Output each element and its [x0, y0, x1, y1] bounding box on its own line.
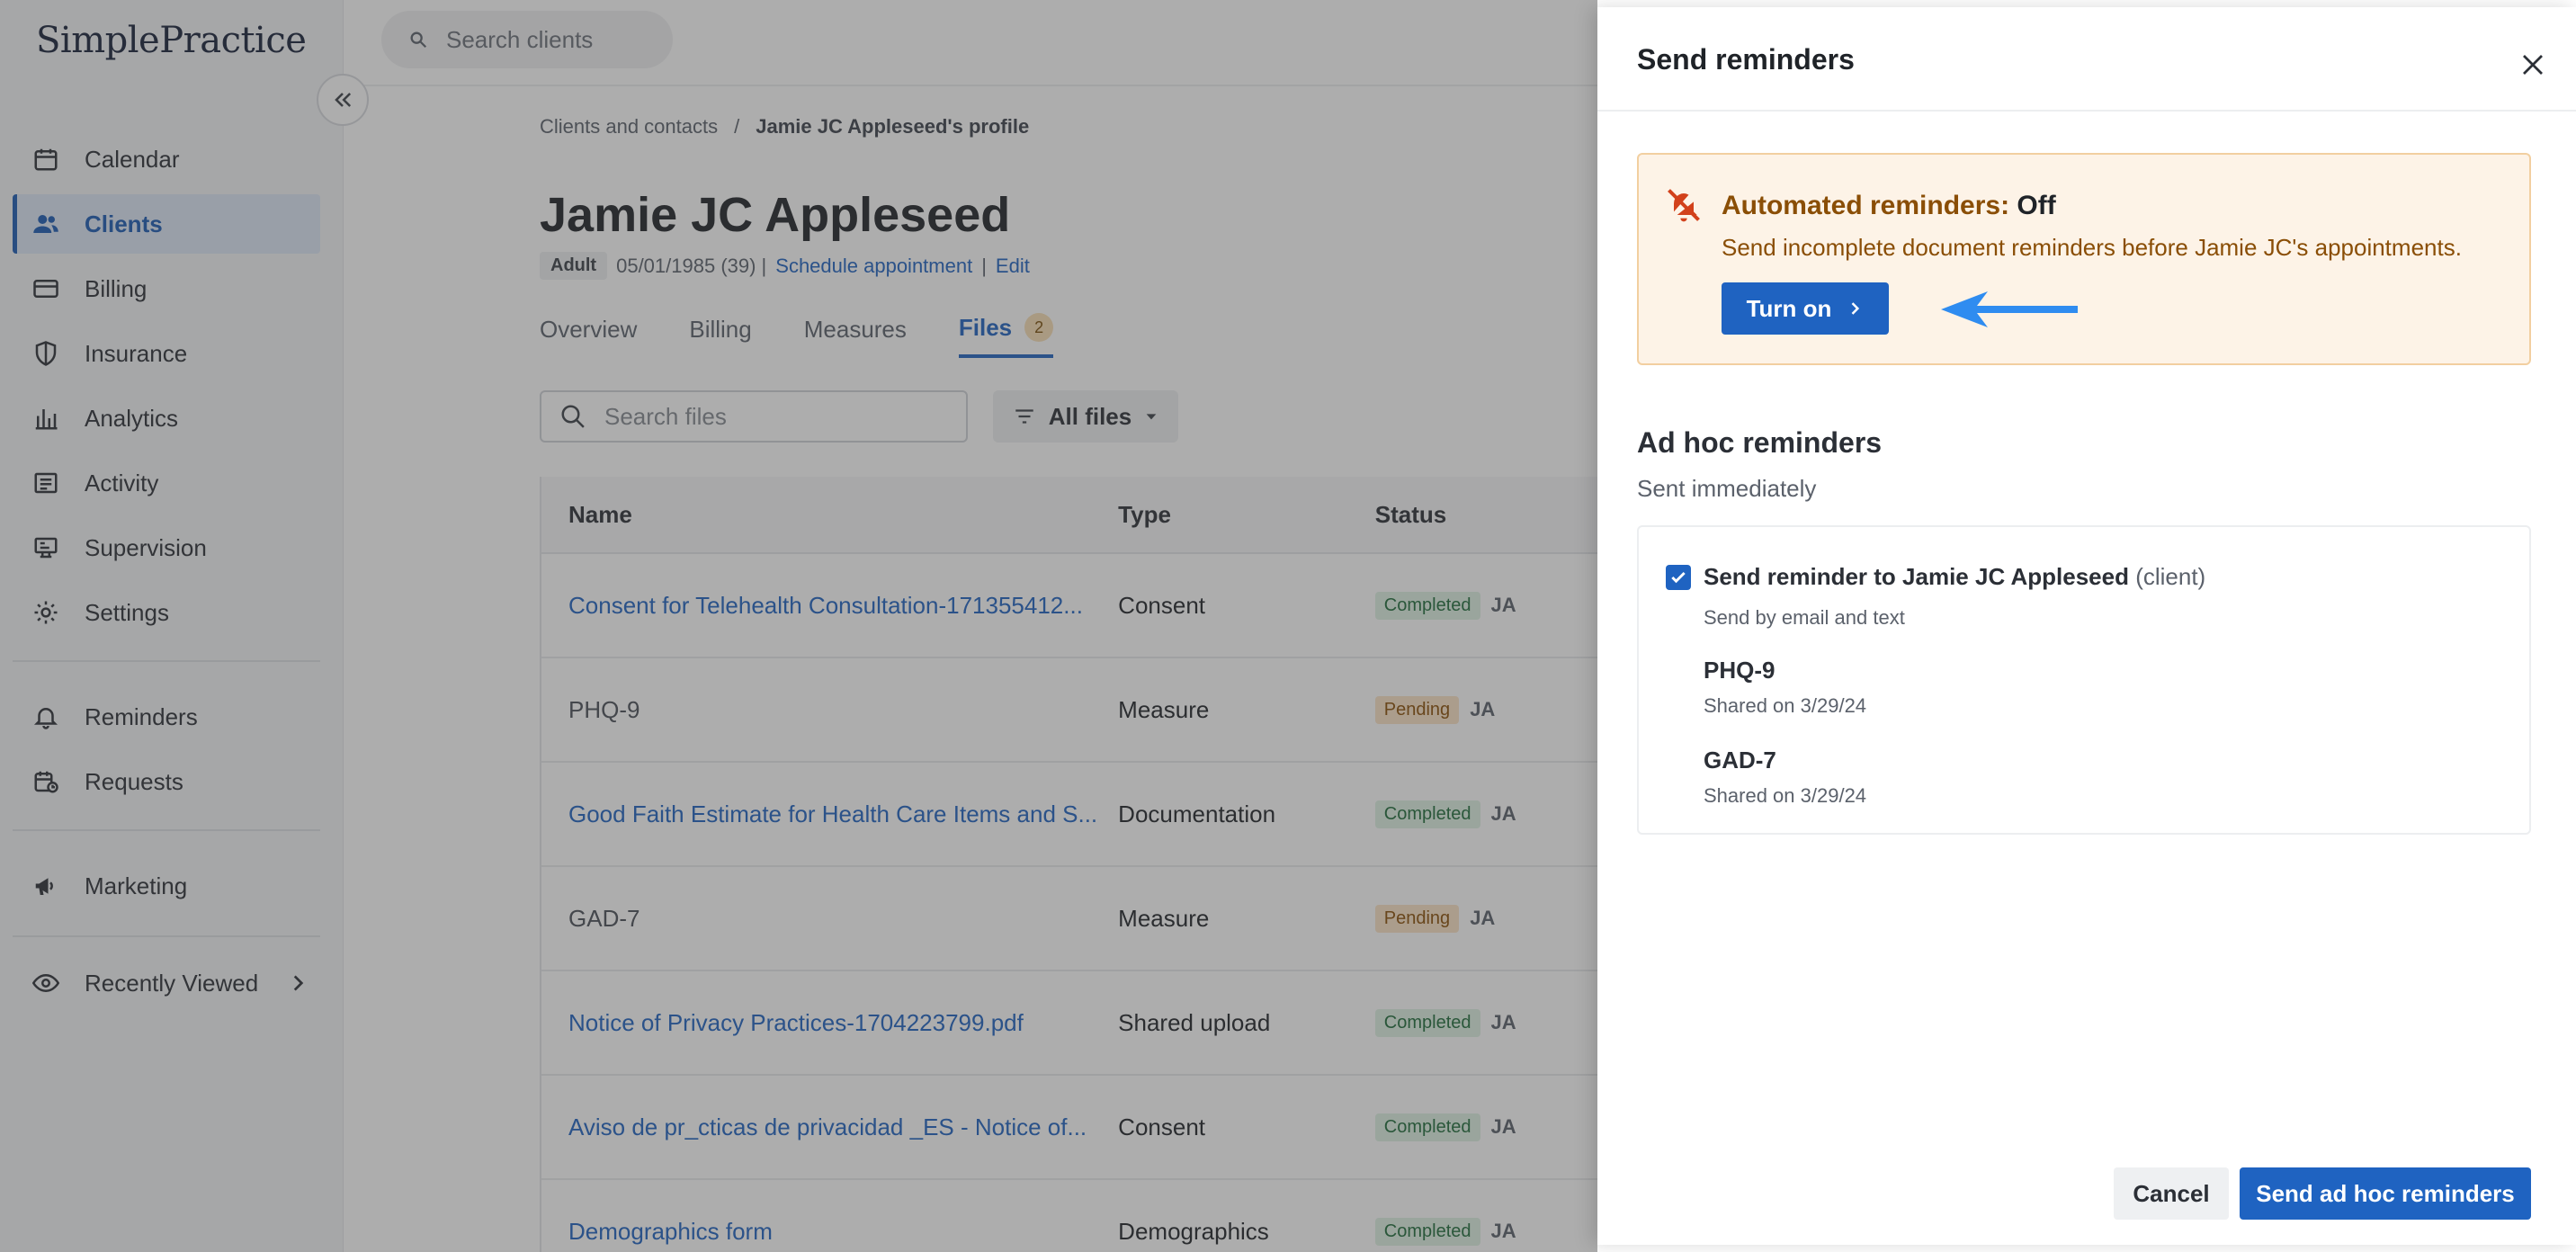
modal-footer: Cancel Send ad hoc reminders: [1597, 1167, 2576, 1221]
doc-name: GAD-7: [1704, 747, 1776, 774]
doc-shared-date: Shared on 3/29/24: [1704, 694, 1867, 717]
close-button[interactable]: [2515, 47, 2551, 83]
chevron-right-icon: [1852, 302, 1860, 315]
modal-header: Send reminders: [1597, 7, 2576, 112]
doc-name: PHQ-9: [1704, 657, 1775, 684]
alert-title-prefix: Automated reminders:: [1722, 191, 2010, 220]
recipient-label: Send reminder to Jamie JC Appleseed (cli…: [1704, 563, 2205, 591]
bell-off-icon: [1668, 189, 1700, 222]
modal-backdrop[interactable]: [0, 0, 1597, 1252]
close-icon: [2523, 55, 2543, 75]
turn-on-button[interactable]: Turn on: [1722, 282, 1889, 335]
automated-reminders-alert: Automated reminders: Off Send incomplete…: [1637, 153, 2531, 365]
recipient-tag: (client): [2135, 563, 2206, 590]
recipient-name: Send reminder to Jamie JC Appleseed: [1704, 563, 2129, 590]
cancel-button[interactable]: Cancel: [2114, 1167, 2229, 1220]
delivery-method: Send by email and text: [1704, 606, 1905, 629]
turn-on-label: Turn on: [1746, 294, 1832, 322]
alert-title-state: Off: [2017, 191, 2056, 220]
alert-title: Automated reminders: Off: [1722, 191, 2056, 221]
send-reminder-checkbox[interactable]: [1666, 565, 1691, 590]
adhoc-heading: Ad hoc reminders: [1637, 426, 1883, 459]
modal-title: Send reminders: [1637, 43, 1855, 76]
doc-shared-date: Shared on 3/29/24: [1704, 784, 1867, 807]
alert-text: Send incomplete document reminders befor…: [1722, 234, 2462, 261]
adhoc-subheading: Sent immediately: [1637, 475, 1817, 502]
send-reminders-drawer: Send reminders Automated reminders: Off …: [1597, 7, 2576, 1245]
send-adhoc-reminders-button[interactable]: Send ad hoc reminders: [2240, 1167, 2531, 1220]
annotation-arrow-icon: [1941, 291, 2078, 327]
check-icon: [1671, 571, 1686, 584]
adhoc-reminder-card: Send reminder to Jamie JC Appleseed (cli…: [1637, 525, 2531, 835]
